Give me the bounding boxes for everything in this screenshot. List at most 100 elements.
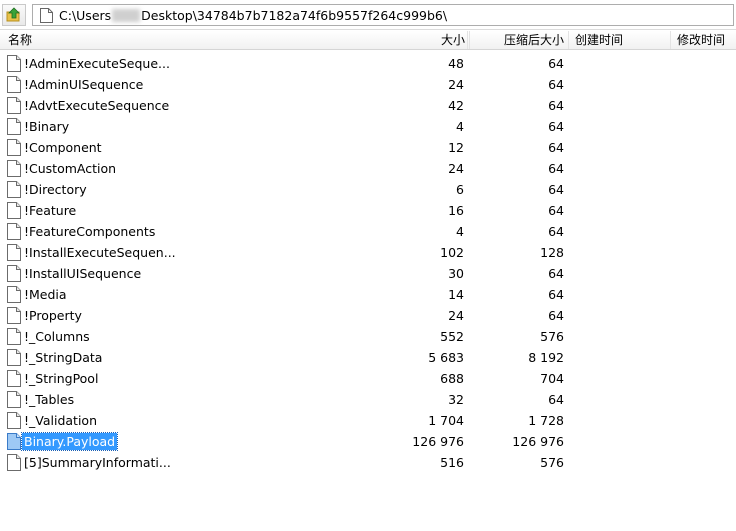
column-size[interactable]: 大小 <box>380 31 468 49</box>
file-name: !AdminExecuteSeque... <box>24 56 170 71</box>
file-packed-size: 64 <box>548 224 564 239</box>
folder-up-button[interactable] <box>2 4 26 26</box>
file-icon <box>7 286 21 303</box>
file-row[interactable]: !Property 24 64 <box>0 305 736 326</box>
folder-up-icon <box>6 7 20 22</box>
file-row[interactable]: !Directory 6 64 <box>0 179 736 200</box>
file-row[interactable]: !AdminExecuteSeque... 48 64 <box>0 53 736 74</box>
file-row[interactable]: !_Validation 1 704 1 728 <box>0 410 736 431</box>
file-name: !Component <box>24 140 102 155</box>
file-row[interactable]: !_StringPool 688 704 <box>0 368 736 389</box>
file-packed-size: 8 192 <box>528 350 564 365</box>
file-packed-size: 64 <box>548 77 564 92</box>
file-size: 126 976 <box>412 434 464 449</box>
file-icon <box>7 160 21 177</box>
file-row[interactable]: !Media 14 64 <box>0 284 736 305</box>
file-row[interactable]: !AdminUISequence 24 64 <box>0 74 736 95</box>
redacted-username <box>112 8 141 22</box>
file-row[interactable]: !AdvtExecuteSequence 42 64 <box>0 95 736 116</box>
file-name: Binary.Payload <box>20 432 119 451</box>
file-packed-size: 64 <box>548 392 564 407</box>
file-packed-size: 64 <box>548 308 564 323</box>
file-packed-size: 64 <box>548 98 564 113</box>
file-name: !AdminUISequence <box>24 77 144 92</box>
file-packed-size: 64 <box>548 266 564 281</box>
file-size: 6 <box>456 182 464 197</box>
file-size: 24 <box>448 161 464 176</box>
file-name: !InstallUISequence <box>24 266 142 281</box>
folder-path-icon <box>37 6 55 24</box>
file-name: !Directory <box>24 182 87 197</box>
file-row[interactable]: !CustomAction 24 64 <box>0 158 736 179</box>
file-row[interactable]: !FeatureComponents 4 64 <box>0 221 736 242</box>
path-field[interactable]: C:\Users Desktop\34784b7b7182a74f6b9557f… <box>32 4 734 26</box>
file-icon <box>7 118 21 135</box>
path-suffix: Desktop\34784b7b7182a74f6b9557f264c999b6… <box>141 7 448 23</box>
file-packed-size: 64 <box>548 119 564 134</box>
file-name: !Property <box>24 308 82 323</box>
file-name: [5]SummaryInformati... <box>24 455 171 470</box>
file-icon <box>7 307 21 324</box>
file-name: !Media <box>24 287 67 302</box>
column-header: 名称 大小 压缩后大小 创建时间 修改时间 <box>0 31 736 50</box>
file-size: 552 <box>440 329 464 344</box>
file-icon <box>7 412 21 429</box>
file-row[interactable]: [5]SummaryInformati... 516 576 <box>0 452 736 473</box>
file-name: !AdvtExecuteSequence <box>24 98 170 113</box>
file-icon <box>7 391 21 408</box>
file-name: !CustomAction <box>24 161 117 176</box>
path-text: C:\Users Desktop\34784b7b7182a74f6b9557f… <box>59 8 447 23</box>
file-size: 14 <box>448 287 464 302</box>
file-icon <box>7 223 21 240</box>
file-row[interactable]: !Binary 4 64 <box>0 116 736 137</box>
file-icon <box>7 454 21 471</box>
file-packed-size: 704 <box>540 371 564 386</box>
address-bar: C:\Users Desktop\34784b7b7182a74f6b9557f… <box>0 0 736 30</box>
file-row[interactable]: !Component 12 64 <box>0 137 736 158</box>
file-packed-size: 64 <box>548 287 564 302</box>
file-name: !_StringPool <box>24 371 99 386</box>
file-packed-size: 64 <box>548 182 564 197</box>
file-size: 30 <box>448 266 464 281</box>
file-list: !AdminExecuteSeque... 48 64 !AdminUISequenc… <box>0 53 736 473</box>
file-size: 12 <box>448 140 464 155</box>
file-packed-size: 64 <box>548 56 564 71</box>
file-icon <box>7 181 21 198</box>
file-icon <box>7 55 21 72</box>
file-packed-size: 64 <box>548 140 564 155</box>
file-row[interactable]: !_Tables 32 64 <box>0 389 736 410</box>
file-name: !_Validation <box>24 413 97 428</box>
file-icon <box>7 370 21 387</box>
column-created-time[interactable]: 创建时间 <box>569 31 671 49</box>
file-icon <box>7 244 21 261</box>
file-name: !_StringData <box>24 350 103 365</box>
file-icon <box>7 76 21 93</box>
file-name: !InstallExecuteSequen... <box>24 245 176 260</box>
file-row[interactable]: !Feature 16 64 <box>0 200 736 221</box>
file-row[interactable]: Binary.Payload 126 976 126 976 <box>0 431 736 452</box>
file-size: 516 <box>440 455 464 470</box>
column-modified-time[interactable]: 修改时间 <box>671 31 736 49</box>
path-prefix: C:\Users <box>59 7 112 23</box>
file-size: 24 <box>448 77 464 92</box>
file-row[interactable]: !InstallUISequence 30 64 <box>0 263 736 284</box>
file-packed-size: 126 976 <box>512 434 564 449</box>
file-size: 102 <box>440 245 464 260</box>
file-size: 4 <box>456 224 464 239</box>
file-row[interactable]: !_Columns 552 576 <box>0 326 736 347</box>
file-icon <box>7 202 21 219</box>
file-row[interactable]: !_StringData 5 683 8 192 <box>0 347 736 368</box>
file-row[interactable]: !InstallExecuteSequen... 102 128 <box>0 242 736 263</box>
file-packed-size: 128 <box>540 245 564 260</box>
file-size: 16 <box>448 203 464 218</box>
file-icon <box>7 328 21 345</box>
file-packed-size: 64 <box>548 203 564 218</box>
file-icon <box>7 433 21 450</box>
column-packed-size[interactable]: 压缩后大小 <box>468 31 569 49</box>
file-icon <box>7 349 21 366</box>
file-name: !_Tables <box>24 392 75 407</box>
file-icon <box>7 265 21 282</box>
file-packed-size: 64 <box>548 161 564 176</box>
file-packed-size: 1 728 <box>528 413 564 428</box>
file-icon <box>7 97 21 114</box>
